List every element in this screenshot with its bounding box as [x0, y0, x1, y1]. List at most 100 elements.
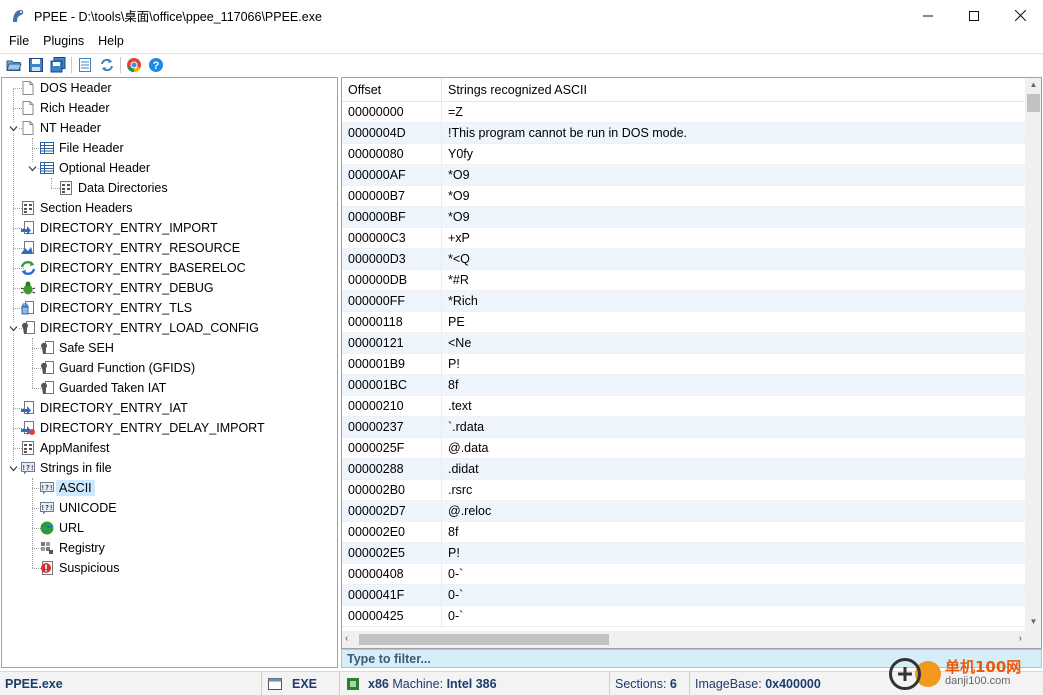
minimize-button[interactable] [905, 0, 951, 31]
tree-item[interactable]: DIRECTORY_ENTRY_IMPORT [20, 218, 221, 238]
tree-guide-line [13, 88, 14, 468]
table-row[interactable]: 0000041F 0-` [342, 584, 1025, 606]
table-row[interactable]: 000000B7 *O9 [342, 185, 1025, 207]
table-row[interactable]: 0000004D !This program cannot be run in D… [342, 122, 1025, 144]
table-row[interactable]: 00000408 0-` [342, 563, 1025, 585]
table-row[interactable]: 000000BF *O9 [342, 206, 1025, 228]
cell-string: PE [448, 315, 465, 329]
maximize-button[interactable] [951, 0, 997, 31]
table-row[interactable]: 000001BC 8f [342, 374, 1025, 396]
config-icon [39, 380, 55, 396]
save-button[interactable] [25, 55, 47, 75]
tree-item[interactable]: !?! ASCII [39, 478, 95, 498]
table-row[interactable]: 000002D7 @.reloc [342, 500, 1025, 522]
horizontal-scroll-thumb[interactable] [359, 634, 609, 645]
tree-item[interactable]: !?! UNICODE [39, 498, 120, 518]
table-row[interactable]: 000000AF *O9 [342, 164, 1025, 186]
tree-expand-chevron-icon[interactable] [8, 123, 18, 133]
table-icon [39, 160, 55, 176]
table-row[interactable]: 00000118 PE [342, 311, 1025, 333]
tree-item[interactable]: URL [39, 518, 87, 538]
table-row[interactable]: 0000025F @.data [342, 437, 1025, 459]
tree-item[interactable]: DIRECTORY_ENTRY_DEBUG [20, 278, 217, 298]
table-row[interactable]: 00000237 `.rdata [342, 416, 1025, 438]
tree-item[interactable]: DIRECTORY_ENTRY_TLS [20, 298, 195, 318]
table-row[interactable]: 000000C3 +xP [342, 227, 1025, 249]
tree-item[interactable]: Safe SEH [39, 338, 117, 358]
tree-item[interactable]: DOS Header [20, 78, 115, 98]
properties-button[interactable] [74, 55, 96, 75]
help-button[interactable]: ? [145, 55, 167, 75]
table-row[interactable]: 00000000 =Z [342, 101, 1025, 123]
tree-item[interactable]: Data Directories [58, 178, 171, 198]
table-row[interactable]: 000000D3 *<Q [342, 248, 1025, 270]
tree-item[interactable]: AppManifest [20, 438, 112, 458]
tree-item-label: DOS Header [40, 81, 112, 95]
table-row[interactable]: 00000080 Y0fy [342, 143, 1025, 165]
tree-item[interactable]: Registry [39, 538, 108, 558]
vertical-scroll-thumb[interactable] [1027, 94, 1040, 112]
tree-item[interactable]: DIRECTORY_ENTRY_DELAY_IMPORT [20, 418, 268, 438]
tree-item[interactable]: !?! Strings in file [20, 458, 115, 478]
strings-table[interactable]: Offset Strings recognized ASCII 00000000… [341, 77, 1042, 649]
menu-file[interactable]: File [0, 34, 36, 48]
status-machine-label: Machine: [392, 676, 444, 691]
table-row[interactable]: 000001B9 P! [342, 353, 1025, 375]
table-row[interactable]: 00000210 .text [342, 395, 1025, 417]
resource-icon [20, 240, 36, 256]
table-row[interactable]: 000000FF *Rich [342, 290, 1025, 312]
cell-offset: 00000425 [342, 605, 442, 627]
cpu-icon [347, 677, 359, 690]
table-row[interactable]: 00000288 .didat [342, 458, 1025, 480]
refresh-button[interactable] [96, 55, 118, 75]
tree-guide-line [32, 478, 33, 568]
tree-item[interactable]: Rich Header [20, 98, 112, 118]
save-all-button[interactable] [47, 55, 69, 75]
tree-item[interactable]: Section Headers [20, 198, 135, 218]
scroll-down-arrow-icon[interactable]: ▼ [1025, 617, 1041, 629]
column-header-strings[interactable]: Strings recognized ASCII [442, 78, 1025, 102]
tree-item[interactable]: Suspicious [39, 558, 122, 578]
cell-string: Y0fy [448, 147, 474, 161]
horizontal-scrollbar[interactable]: ‹ › [342, 631, 1025, 648]
tree-expand-chevron-icon[interactable] [8, 463, 18, 473]
browser-button[interactable] [123, 55, 145, 75]
vertical-scrollbar[interactable]: ▲ ▼ [1025, 78, 1041, 631]
tree-item[interactable]: NT Header [20, 118, 104, 138]
cell-string: 0-` [448, 588, 464, 602]
table-row[interactable]: 00000425 0-` [342, 605, 1025, 627]
tree-item-label: Data Directories [78, 181, 168, 195]
menu-plugins[interactable]: Plugins [36, 34, 91, 48]
cell-string: <Ne [448, 336, 472, 350]
table-row[interactable]: 00000121 <Ne [342, 332, 1025, 354]
tree-item[interactable]: DIRECTORY_ENTRY_BASERELOC [20, 258, 249, 278]
tree-item[interactable]: DIRECTORY_ENTRY_IAT [20, 398, 191, 418]
filter-input[interactable] [347, 651, 847, 666]
table-row[interactable]: 000002E5 P! [342, 542, 1025, 564]
tree-item[interactable]: Optional Header [39, 158, 153, 178]
status-sections: 6 [669, 676, 677, 691]
cell-string: +xP [448, 231, 470, 245]
tree-item[interactable]: File Header [39, 138, 127, 158]
scroll-left-arrow-icon[interactable]: ‹ [345, 633, 348, 644]
scroll-up-arrow-icon[interactable]: ▲ [1025, 80, 1041, 92]
tree-item[interactable]: DIRECTORY_ENTRY_RESOURCE [20, 238, 243, 258]
table-row[interactable]: 000002E0 8f [342, 521, 1025, 543]
tree-expand-chevron-icon[interactable] [8, 323, 18, 333]
status-imagebase: 0x400000 [765, 676, 821, 691]
close-button[interactable] [997, 0, 1043, 31]
document-icon [20, 100, 36, 116]
tree-item[interactable]: Guard Function (GFIDS) [39, 358, 198, 378]
tree-item-label: NT Header [40, 121, 101, 135]
structure-tree[interactable]: DOS Header Rich Header NT Header File Heade… [1, 77, 338, 668]
table-row[interactable]: 000000DB *#R [342, 269, 1025, 291]
open-button[interactable] [3, 55, 25, 75]
tree-item[interactable]: DIRECTORY_ENTRY_LOAD_CONFIG [20, 318, 262, 338]
scroll-right-arrow-icon[interactable]: › [1019, 633, 1022, 644]
tree-expand-chevron-icon[interactable] [27, 163, 37, 173]
table-row[interactable]: 000002B0 .rsrc [342, 479, 1025, 501]
menu-help[interactable]: Help [91, 34, 131, 48]
column-header-offset[interactable]: Offset [342, 78, 442, 102]
tree-item[interactable]: Guarded Taken IAT [39, 378, 169, 398]
watermark-cn: 单机100网 [945, 658, 1022, 676]
